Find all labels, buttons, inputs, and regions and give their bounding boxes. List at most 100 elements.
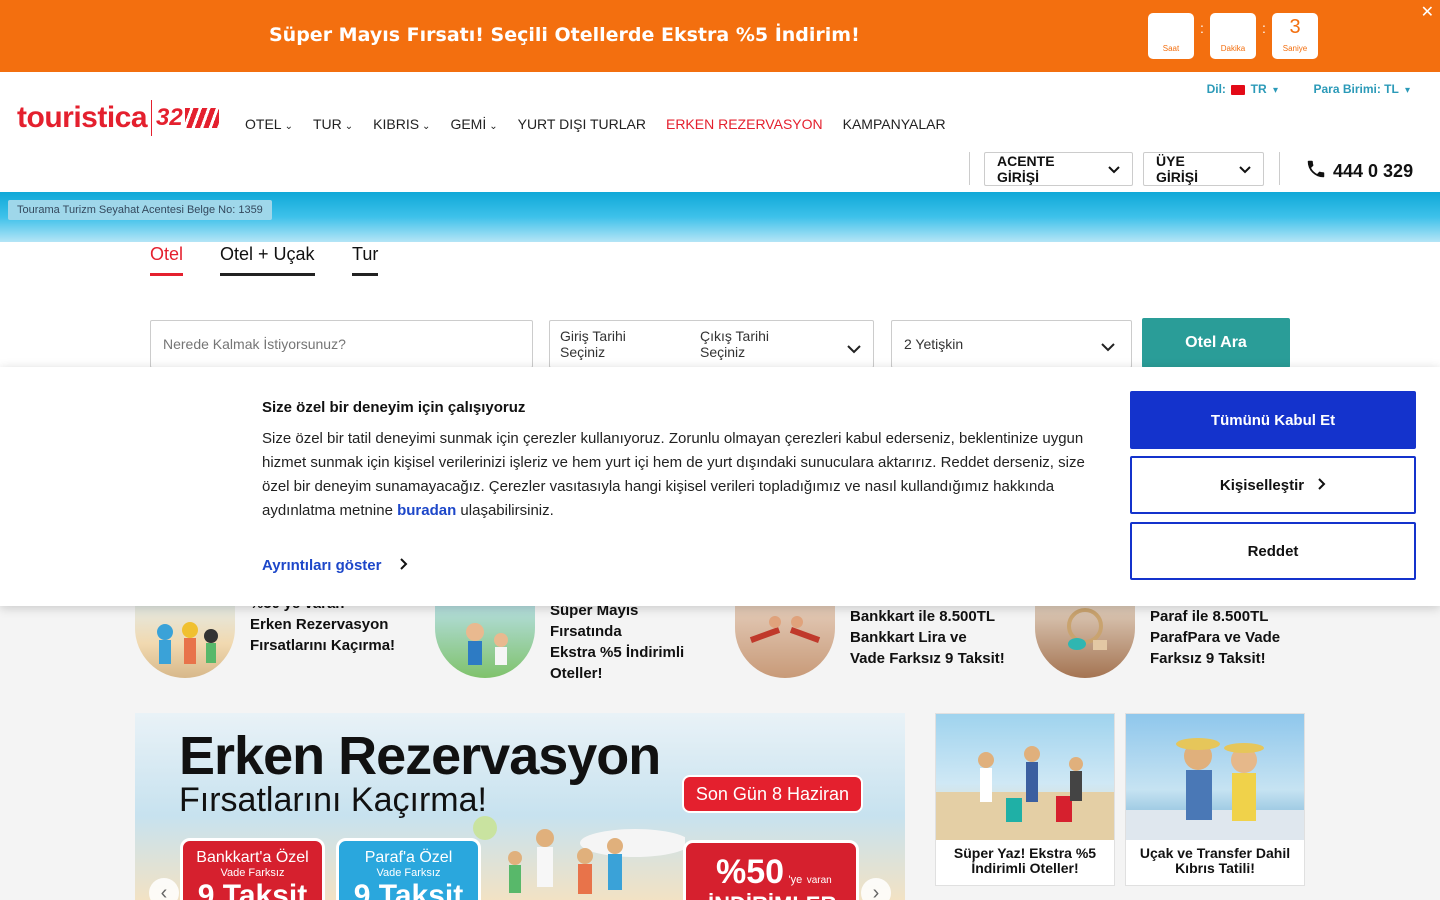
discount-varan: varan: [806, 875, 832, 886]
phone-number[interactable]: 444 0 329: [1305, 158, 1413, 185]
chevron-down-icon: ▾: [1404, 85, 1410, 96]
nav-item-otel[interactable]: OTEL ⌄: [245, 116, 293, 132]
main-nav: OTEL ⌄ TUR ⌄ KIBRIS ⌄ GEMİ ⌄ YURT DIŞI TURLA…: [245, 116, 946, 132]
chevron-down-icon: [847, 341, 861, 357]
campaign-line: Bankkart ile 8.500TL: [850, 608, 996, 625]
chevron-right-icon[interactable]: ›: [861, 878, 891, 900]
side-card-image: [936, 714, 1114, 840]
campaign-strip: %50'ye varan Erken Rezervasyon Fırsatlar…: [0, 592, 1440, 698]
customize-button[interactable]: Kişiselleştir: [1130, 456, 1416, 514]
nav-item-kibris[interactable]: KIBRIS ⌄: [373, 116, 430, 132]
phone-number-text: 444 0 329: [1333, 161, 1414, 181]
checkin-field[interactable]: Giriş Tarihi Seçiniz: [560, 328, 670, 360]
card-subtitle: Vade Farksız: [376, 867, 441, 879]
caption-line: Süper Yaz! Ekstra %5: [953, 845, 1097, 861]
countdown-separator: :: [1200, 20, 1204, 36]
chevron-down-icon: [1101, 339, 1115, 355]
currency-selector[interactable]: Para Birimi: TL ▾: [1313, 82, 1410, 96]
tab-otel[interactable]: Otel: [150, 244, 184, 276]
countdown-hours: Saat: [1148, 13, 1194, 59]
tab-otel-ucak[interactable]: Otel + Uçak: [220, 244, 315, 276]
banner-title: Erken Rezervasyon: [179, 726, 661, 786]
card-value: 9 Taksit: [353, 879, 464, 900]
chevron-down-icon: ⌄: [489, 121, 498, 132]
campaign-line: Erken Rezervasyon: [250, 616, 389, 633]
nav-item-kampanyalar[interactable]: KAMPANYALAR: [843, 116, 946, 132]
campaign-line: Paraf ile 8.500TL: [1150, 608, 1269, 625]
banner-paraf-card: Paraf'a Özel Vade Farksız 9 Taksit: [336, 838, 481, 900]
search-hotel-button[interactable]: Otel Ara: [1142, 318, 1290, 368]
chevron-down-icon: ⌄: [284, 121, 293, 132]
countdown-minutes: Dakika: [1210, 13, 1256, 59]
chevron-left-icon[interactable]: ‹: [149, 878, 179, 900]
checkout-field[interactable]: Çıkış Tarihi Seçiniz: [700, 328, 810, 360]
show-details-link[interactable]: Ayrıntıları göster: [262, 557, 408, 574]
promo-banner[interactable]: Erken Rezervasyon Fırsatlarını Kaçırma! …: [135, 713, 905, 900]
card-title: Paraf'a Özel: [364, 849, 453, 866]
logo-stripes-icon: [184, 108, 219, 128]
campaign-text: Paraf ile 8.500TL ParafPara ve Vade Fark…: [1150, 606, 1310, 669]
guest-selector[interactable]: 2 Yetişkin: [891, 320, 1132, 368]
cookie-policy-link[interactable]: buradan: [397, 502, 456, 519]
cookie-body: Size özel bir tatil deneyimi sunmak için…: [262, 427, 1112, 523]
language-label: Dil:: [1206, 82, 1226, 96]
reject-button[interactable]: Reddet: [1130, 522, 1416, 580]
chevron-down-icon: ⌄: [344, 121, 354, 132]
phone-icon: [1305, 158, 1327, 185]
destination-input[interactable]: [150, 320, 533, 368]
cookie-consent-panel: Size özel bir deneyim için çalışıyoruz S…: [0, 367, 1440, 606]
nav-item-tur[interactable]: TUR ⌄: [313, 116, 353, 132]
side-card-kibris[interactable]: Uçak ve Transfer Dahil Kıbrıs Tatili!: [1125, 713, 1305, 886]
caption-line: Kıbrıs Tatili!: [1175, 860, 1255, 876]
logo-divider: [151, 100, 153, 136]
countdown-hours-value: [1148, 13, 1194, 41]
site-header: Dil: TR ▾ Para Birimi: TL ▾ touristica 3…: [0, 72, 1440, 192]
nav-item-yurt-disi-turlar[interactable]: YURT DIŞI TURLAR: [518, 116, 646, 132]
header-divider: [969, 152, 970, 185]
agent-login-button[interactable]: ACENTE GİRİŞİ: [984, 152, 1133, 186]
caption-line: Uçak ve Transfer Dahil: [1139, 845, 1291, 861]
campaign-line: Vade Farksız 9 Taksit!: [850, 650, 1005, 667]
campaign-text: Süper Mayıs Fırsatında Ekstra %5 İndirim…: [550, 602, 710, 684]
tab-tur[interactable]: Tur: [352, 244, 379, 276]
campaign-line: Bankkart Lira ve: [850, 629, 967, 646]
cookie-body-text-end: ulaşabilirsiniz.: [456, 502, 554, 519]
banner-discount-card: %50 'ye varan İNDİRİMLER: [683, 840, 859, 900]
site-logo[interactable]: touristica 32: [17, 100, 219, 136]
campaign-text: %50'ye varan Erken Rezervasyon Fırsatlar…: [250, 595, 410, 656]
chevron-right-icon: [399, 557, 408, 574]
countdown-seconds: 3 Saniye: [1272, 13, 1318, 59]
hero-band: Tourama Turizm Seyahat Acentesi Belge No…: [0, 192, 1440, 242]
nav-item-gemi[interactable]: GEMİ ⌄: [450, 116, 497, 132]
currency-label: Para Birimi:: [1313, 82, 1381, 96]
search-panel: Otel Otel + Uçak Tur Giriş Tarihi Seçini…: [0, 242, 1440, 370]
nav-item-erken-rezervasyon[interactable]: ERKEN REZERVASYON: [666, 116, 823, 132]
agent-login-label: ACENTE GİRİŞİ: [997, 153, 1055, 185]
guest-count: 2 Yetişkin: [904, 336, 964, 352]
side-card-super-yaz[interactable]: Süper Yaz! Ekstra %5 İndirimli Oteller!: [935, 713, 1115, 886]
campaign-line: Ekstra %5 İndirimli: [550, 644, 685, 661]
member-login-label: ÜYE GİRİŞİ: [1156, 153, 1199, 185]
discount-percent: %50: [716, 853, 785, 891]
side-card-image: [1126, 714, 1304, 840]
close-icon[interactable]: ✕: [1421, 2, 1434, 22]
accept-all-button[interactable]: Tümünü Kabul Et: [1130, 391, 1416, 449]
banner-subtitle: Fırsatlarını Kaçırma!: [179, 781, 487, 819]
discount-bottom: İNDİRİMLER: [708, 892, 856, 900]
campaign-text: Bankkart ile 8.500TL Bankkart Lira ve Va…: [850, 606, 1010, 669]
promo-bar: Süper Mayıs Fırsatı! Seçili Otellerde Ek…: [0, 0, 1440, 72]
campaign-line: Fırsatında: [550, 623, 622, 640]
chevron-down-icon: ⌄: [422, 121, 431, 132]
header-divider: [1279, 152, 1280, 185]
logo-wordmark: touristica: [17, 101, 148, 134]
license-badge: Tourama Turizm Seyahat Acentesi Belge No…: [8, 200, 272, 220]
promo-text[interactable]: Süper Mayıs Fırsatı! Seçili Otellerde Ek…: [269, 24, 860, 46]
language-value: TR: [1250, 82, 1267, 96]
date-range-picker[interactable]: Giriş Tarihi Seçiniz Çıkış Tarihi Seçini…: [549, 320, 874, 368]
currency-value: TL: [1384, 82, 1399, 96]
card-title: Bankkart'a Özel: [196, 849, 309, 866]
campaign-line: Oteller!: [550, 665, 603, 682]
language-selector[interactable]: Dil: TR ▾: [1207, 82, 1278, 96]
banner-bankkart-card: Bankkart'a Özel Vade Farksız 9 Taksit: [180, 838, 325, 900]
member-login-button[interactable]: ÜYE GİRİŞİ: [1143, 152, 1264, 186]
